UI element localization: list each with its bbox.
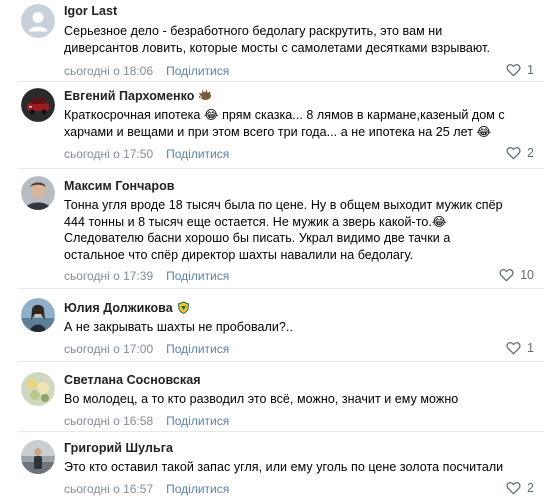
like-count: 2 — [527, 480, 534, 495]
comment-time[interactable]: сьогодні о 17:00 — [64, 342, 153, 356]
comment-author[interactable]: Юлия Должикова — [64, 301, 173, 315]
comment-item: Максим Гончаров Тонна угля вроде 18 тыся… — [0, 168, 558, 288]
comment-item: Евгений Пархоменко Краткосрочная ипотека… — [0, 82, 558, 168]
avatar[interactable] — [21, 4, 55, 38]
street-avatar-icon — [21, 440, 55, 474]
comment-author[interactable]: Светлана Сосновская — [64, 373, 201, 387]
comment-meta: сьогодні о 18:06 Поділитися 1 — [64, 63, 538, 79]
heart-icon — [506, 341, 521, 354]
comment-text: А не закрывать шахты не пробовали?.. — [64, 319, 538, 336]
like-button[interactable]: 2 — [506, 146, 534, 160]
like-button[interactable]: 2 — [506, 481, 534, 495]
comment-item: Igor Last Серьезное дело - безработного … — [0, 0, 558, 82]
comment-meta: сьогодні о 16:57 Поділитися 2 — [64, 481, 538, 497]
avatar[interactable] — [21, 372, 55, 406]
heart-icon — [506, 481, 521, 494]
avatar[interactable] — [21, 440, 55, 474]
avatar[interactable] — [21, 88, 55, 122]
comment-time[interactable]: сьогодні о 17:39 — [64, 269, 153, 283]
share-link[interactable]: Поділитися — [166, 342, 229, 356]
comment-text: Тонна угля вроде 18 тысяч была по цене. … — [64, 197, 538, 263]
crest-icon — [177, 300, 190, 316]
comment-text: Краткосрочная ипотека 😂 прям сказка... 8… — [64, 107, 538, 140]
car-avatar-icon — [21, 88, 55, 122]
comment-text-line: диверсантов ловить, которые мосты с само… — [64, 40, 490, 55]
comment-time[interactable]: сьогодні о 16:57 — [64, 482, 153, 496]
comment-author[interactable]: Igor Last — [64, 4, 117, 18]
comment-item: Григорий Шульга Это кто оставил такой за… — [0, 432, 558, 500]
share-link[interactable]: Поділитися — [166, 64, 229, 78]
share-link[interactable]: Поділитися — [166, 414, 229, 428]
man-avatar-icon — [21, 176, 55, 210]
share-link[interactable]: Поділитися — [166, 147, 229, 161]
comment-meta: сьогодні о 16:58 Поділитися — [64, 413, 538, 429]
comment-author[interactable]: Григорий Шульга — [64, 441, 173, 455]
default-avatar-icon — [21, 4, 55, 38]
like-count: 2 — [527, 146, 534, 161]
comment-author[interactable]: Евгений Пархоменко — [64, 89, 194, 103]
comment-text-line: Серьезное дело - безработного бедолагу р… — [64, 24, 443, 38]
like-count: 10 — [520, 268, 534, 283]
heart-icon — [499, 269, 514, 282]
hedgehog-icon — [198, 89, 212, 103]
comment-text: Серьезное дело - безработного бедолагу р… — [64, 23, 538, 56]
like-count: 1 — [527, 63, 534, 78]
comment-text: Это кто оставил такой запас угля, или ем… — [64, 459, 538, 476]
comment-text: Во молодец, а то кто разводил это всё, м… — [64, 391, 538, 408]
comment-text-line: Это кто оставил такой запас угля, или ем… — [64, 460, 504, 474]
comment-text-line: А не закрывать шахты не пробовали?.. — [64, 320, 293, 334]
share-link[interactable]: Поділитися — [166, 269, 229, 283]
like-button[interactable]: 1 — [506, 341, 534, 355]
flowers-avatar-icon — [21, 372, 55, 406]
share-link[interactable]: Поділитися — [166, 482, 229, 496]
comment-meta: сьогодні о 17:00 Поділитися 1 — [64, 341, 538, 357]
comment-text-line: Следователю басни хорошо бы писать. Укра… — [64, 231, 451, 246]
comment-meta: сьогодні о 17:50 Поділитися 2 — [64, 146, 538, 162]
comment-text-line: харчами и вещами и при этом всего три го… — [64, 124, 492, 139]
heart-icon — [506, 147, 521, 160]
comment-text-line: 444 тонны и 8 тысяч еще остается. Не муж… — [64, 214, 447, 229]
comment-author[interactable]: Максим Гончаров — [64, 179, 175, 193]
comment-text-line: Во молодец, а то кто разводил это всё, м… — [64, 392, 459, 406]
comment-text-line: Краткосрочная ипотека 😂 прям сказка... 8… — [64, 108, 505, 122]
comment-time[interactable]: сьогодні о 18:06 — [64, 64, 153, 78]
comment-item: Юлия Должикова А не закрывать шахты не п… — [0, 288, 558, 364]
like-button[interactable]: 10 — [499, 268, 534, 282]
like-button[interactable]: 1 — [506, 63, 534, 77]
comment-text-line: Тонна угля вроде 18 тысяч была по цене. … — [64, 198, 503, 212]
avatar[interactable] — [21, 298, 55, 332]
avatar[interactable] — [21, 176, 55, 210]
comment-time[interactable]: сьогодні о 16:58 — [64, 414, 153, 428]
comment-item: Светлана Сосновская Во молодец, а то кто… — [0, 362, 558, 432]
like-count: 1 — [527, 340, 534, 355]
comment-time[interactable]: сьогодні о 17:50 — [64, 147, 153, 161]
comment-meta: сьогодні о 17:39 Поділитися 10 — [64, 268, 538, 284]
comment-text-line: остальное что спёр директор шахты навали… — [64, 247, 414, 262]
heart-icon — [506, 64, 521, 77]
woman-avatar-icon — [21, 298, 55, 332]
comments-feed: Igor Last Серьезное дело - безработного … — [0, 0, 558, 500]
